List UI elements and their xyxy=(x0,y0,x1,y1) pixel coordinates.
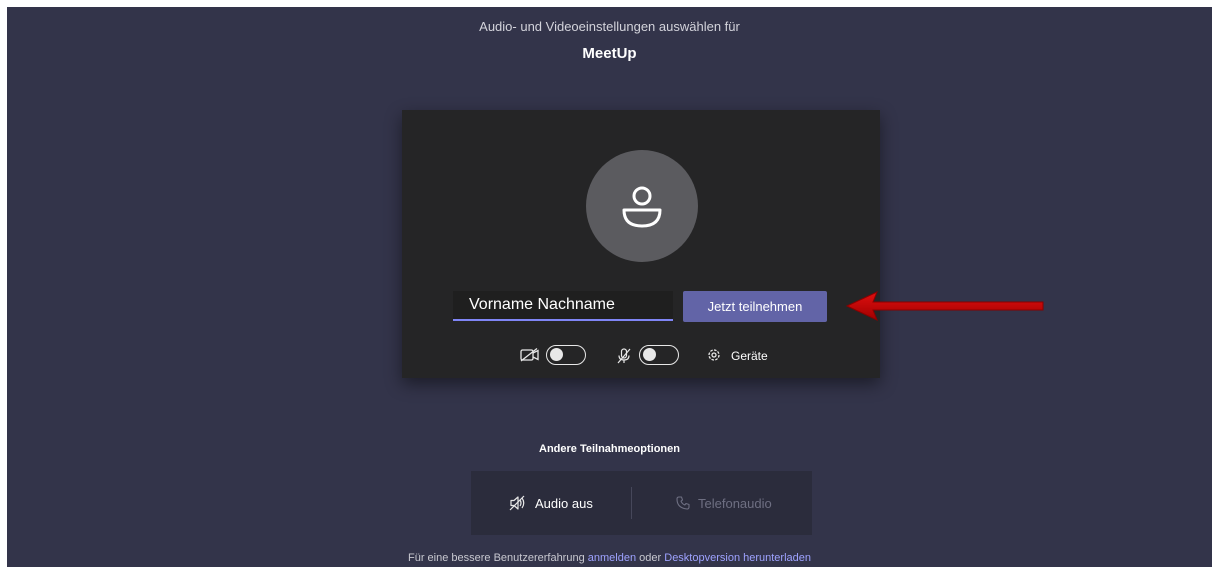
camera-off-icon xyxy=(520,348,539,362)
person-icon xyxy=(622,186,662,228)
join-now-button[interactable]: Jetzt teilnehmen xyxy=(683,291,827,322)
camera-toggle[interactable] xyxy=(546,345,586,365)
audio-off-option[interactable]: Audio aus xyxy=(509,471,593,535)
speaker-off-icon xyxy=(509,495,525,511)
prejoin-subtitle: Audio- und Videoeinstellungen auswählen … xyxy=(479,19,740,34)
other-join-options: Audio aus Telefonaudio xyxy=(471,471,812,535)
footer-prefix: Für eine bessere Benutzererfahrung xyxy=(407,552,585,564)
options-divider xyxy=(631,487,632,519)
devices-button[interactable]: Geräte xyxy=(731,349,768,363)
prejoin-card: Jetzt teilnehmen Geräte xyxy=(402,110,880,378)
avatar xyxy=(586,150,698,262)
footer-hint: Für eine bessere Benutzererfahrung anmel… xyxy=(7,552,1212,564)
other-options-title: Andere Teilnahmeoptionen xyxy=(539,443,680,455)
microphone-off-icon xyxy=(617,348,631,364)
phone-icon xyxy=(676,496,690,510)
red-arrow-annotation xyxy=(845,291,1044,321)
gear-icon[interactable] xyxy=(706,347,722,363)
meeting-title: MeetUp xyxy=(582,45,637,62)
audio-off-label: Audio aus xyxy=(535,495,593,511)
display-name-input[interactable] xyxy=(453,291,673,321)
download-desktop-link[interactable]: Desktopversion herunterladen xyxy=(664,552,811,564)
footer-middle: oder xyxy=(639,552,662,564)
phone-audio-option[interactable]: Telefonaudio xyxy=(676,471,772,535)
phone-audio-label: Telefonaudio xyxy=(698,495,772,511)
microphone-toggle[interactable] xyxy=(639,345,679,365)
signin-link[interactable]: anmelden xyxy=(588,552,636,564)
device-controls: Geräte xyxy=(402,343,880,369)
